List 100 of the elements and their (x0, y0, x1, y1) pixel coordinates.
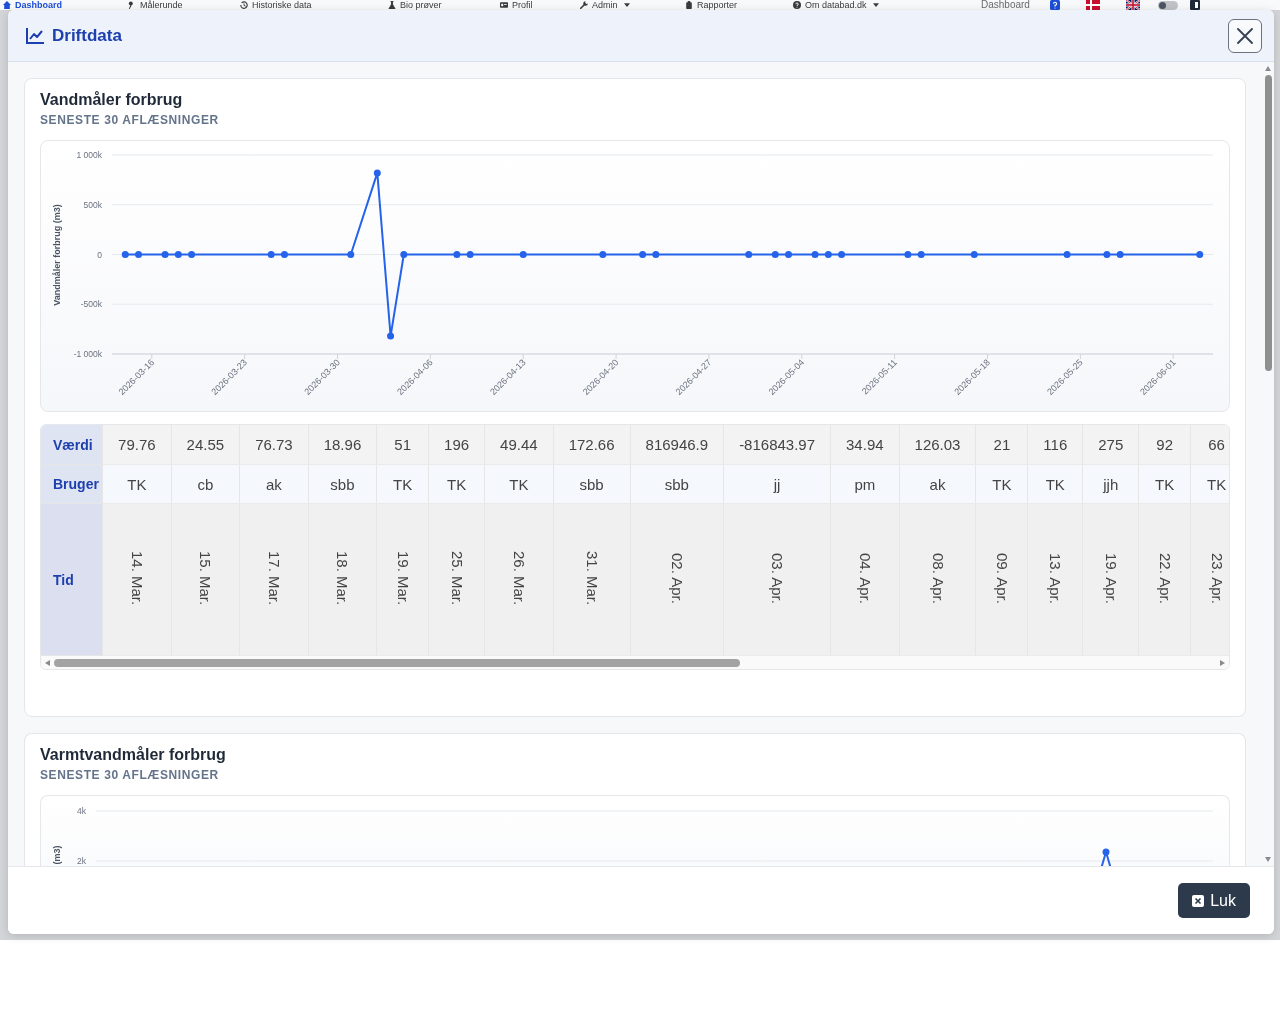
data-point (453, 251, 461, 258)
y-tick-label: 1 000k (76, 150, 102, 160)
data-point (838, 251, 846, 258)
scrollbar-thumb[interactable] (54, 658, 740, 667)
table-cell: 17. Mar. (239, 503, 309, 656)
data-point (785, 251, 792, 258)
table-cell: 31. Mar. (553, 503, 631, 656)
card-title: Varmtvandmåler forbrug (40, 745, 227, 765)
close-button[interactable] (1228, 18, 1262, 53)
data-point (135, 251, 143, 258)
close-icon (1237, 27, 1253, 44)
line-chart-icon (26, 27, 44, 44)
table-cell: 34.94 (830, 425, 900, 465)
danish-flag-icon[interactable] (1085, 0, 1100, 10)
nav-link[interactable]: Bio prøver (388, 0, 442, 10)
nav-link[interactable]: Dashboard (3, 0, 62, 10)
table-cell: sbb (630, 464, 724, 504)
table-cell: 24.55 (171, 425, 240, 465)
table-cell: ak (899, 464, 976, 504)
nav-link[interactable]: Historiske data (240, 0, 312, 10)
table-cell: pm (830, 464, 900, 504)
data-point (917, 251, 925, 258)
theme-switch[interactable] (1157, 0, 1178, 10)
table-cell: 23. Apr. (1190, 503, 1229, 656)
scroll-up-icon[interactable] (1265, 66, 1271, 71)
table-cell: 196 (428, 425, 485, 465)
table-cell: jj (723, 464, 831, 504)
row-header: Værdi (41, 425, 103, 465)
nav-link[interactable]: Admin (580, 0, 630, 10)
table-cell: 18.96 (308, 425, 377, 465)
table-cell: TK (1138, 464, 1191, 504)
y-tick-label: 4k (77, 806, 86, 816)
history-icon (240, 1, 248, 9)
data-point (745, 251, 753, 258)
table-cell: TK (102, 464, 172, 504)
data-point (1102, 848, 1110, 856)
table-cell: 08. Apr. (899, 503, 976, 656)
home-icon (3, 1, 11, 9)
table-cell: 51 (376, 425, 429, 465)
data-point (387, 332, 395, 340)
table-cell: 275 (1082, 425, 1139, 465)
table-cell: 49.44 (484, 425, 554, 465)
nav-link[interactable]: Om databad.dk (793, 0, 879, 10)
data-point (904, 251, 912, 258)
data-point (466, 251, 474, 258)
page-title: Dashboard (981, 0, 1030, 10)
data-point (280, 251, 288, 258)
table-cell: TK (428, 464, 485, 504)
pin-icon (128, 1, 136, 9)
dialog-title: Driftdata (52, 25, 122, 46)
table-cell: 116 (1027, 425, 1083, 465)
data-point (1063, 251, 1071, 258)
table-cell: 76.73 (239, 425, 309, 465)
table-cell: 14. Mar. (102, 503, 172, 656)
nav-link[interactable]: Profil (500, 0, 533, 10)
y-tick-label: 2k (77, 856, 86, 866)
data-point (373, 169, 381, 177)
table-cell: 92 (1138, 425, 1191, 465)
horizontal-scrollbar[interactable] (41, 656, 1229, 669)
y-axis-title: Vandmåler forbrug (m3) (52, 204, 62, 306)
help-icon[interactable] (1049, 0, 1060, 10)
table-cell: 79.76 (102, 425, 172, 465)
table-cell: 19. Apr. (1082, 503, 1139, 656)
card-subtitle: SENESTE 30 AFLÆSNINGER (40, 767, 220, 783)
data-point (811, 251, 819, 258)
table-cell: sbb (308, 464, 377, 504)
table-cell: 18. Mar. (308, 503, 377, 656)
scroll-down-icon[interactable] (1265, 857, 1271, 862)
data-point (652, 251, 660, 258)
table-cell: 19. Mar. (376, 503, 429, 656)
table-cell: jjh (1082, 464, 1139, 504)
table-cell: ak (239, 464, 309, 504)
nav-link[interactable]: Målerunde (128, 0, 183, 10)
table-cell: cb (171, 464, 240, 504)
panel-icon[interactable] (1189, 0, 1200, 10)
table-cell: 21 (975, 425, 1028, 465)
table-cell: TK (1027, 464, 1083, 504)
table-cell: 04. Apr. (830, 503, 900, 656)
table-cell: 26. Mar. (484, 503, 554, 656)
table-cell: TK (975, 464, 1028, 504)
scroll-left-icon[interactable] (45, 659, 50, 666)
data-point (161, 251, 169, 258)
close-icon (1192, 894, 1205, 907)
nav-link[interactable]: Rapporter (685, 0, 738, 10)
row-header: Tid (41, 503, 103, 656)
table-cell: TK (1190, 464, 1229, 504)
data-point (824, 251, 832, 258)
table-cell: TK (484, 464, 554, 504)
scroll-right-icon[interactable] (1220, 659, 1225, 666)
data-point (347, 251, 355, 258)
data-point (121, 251, 129, 258)
data-point (267, 251, 275, 258)
data-point (174, 251, 182, 258)
y-tick-label: 500k (83, 199, 102, 210)
y-tick-label: -500k (80, 299, 102, 310)
clipboard-icon (685, 1, 693, 9)
data-point (1103, 251, 1111, 258)
close-button[interactable]: Luk (1178, 883, 1250, 918)
table-cell: sbb (553, 464, 631, 504)
scrollbar-thumb[interactable] (1264, 75, 1272, 371)
